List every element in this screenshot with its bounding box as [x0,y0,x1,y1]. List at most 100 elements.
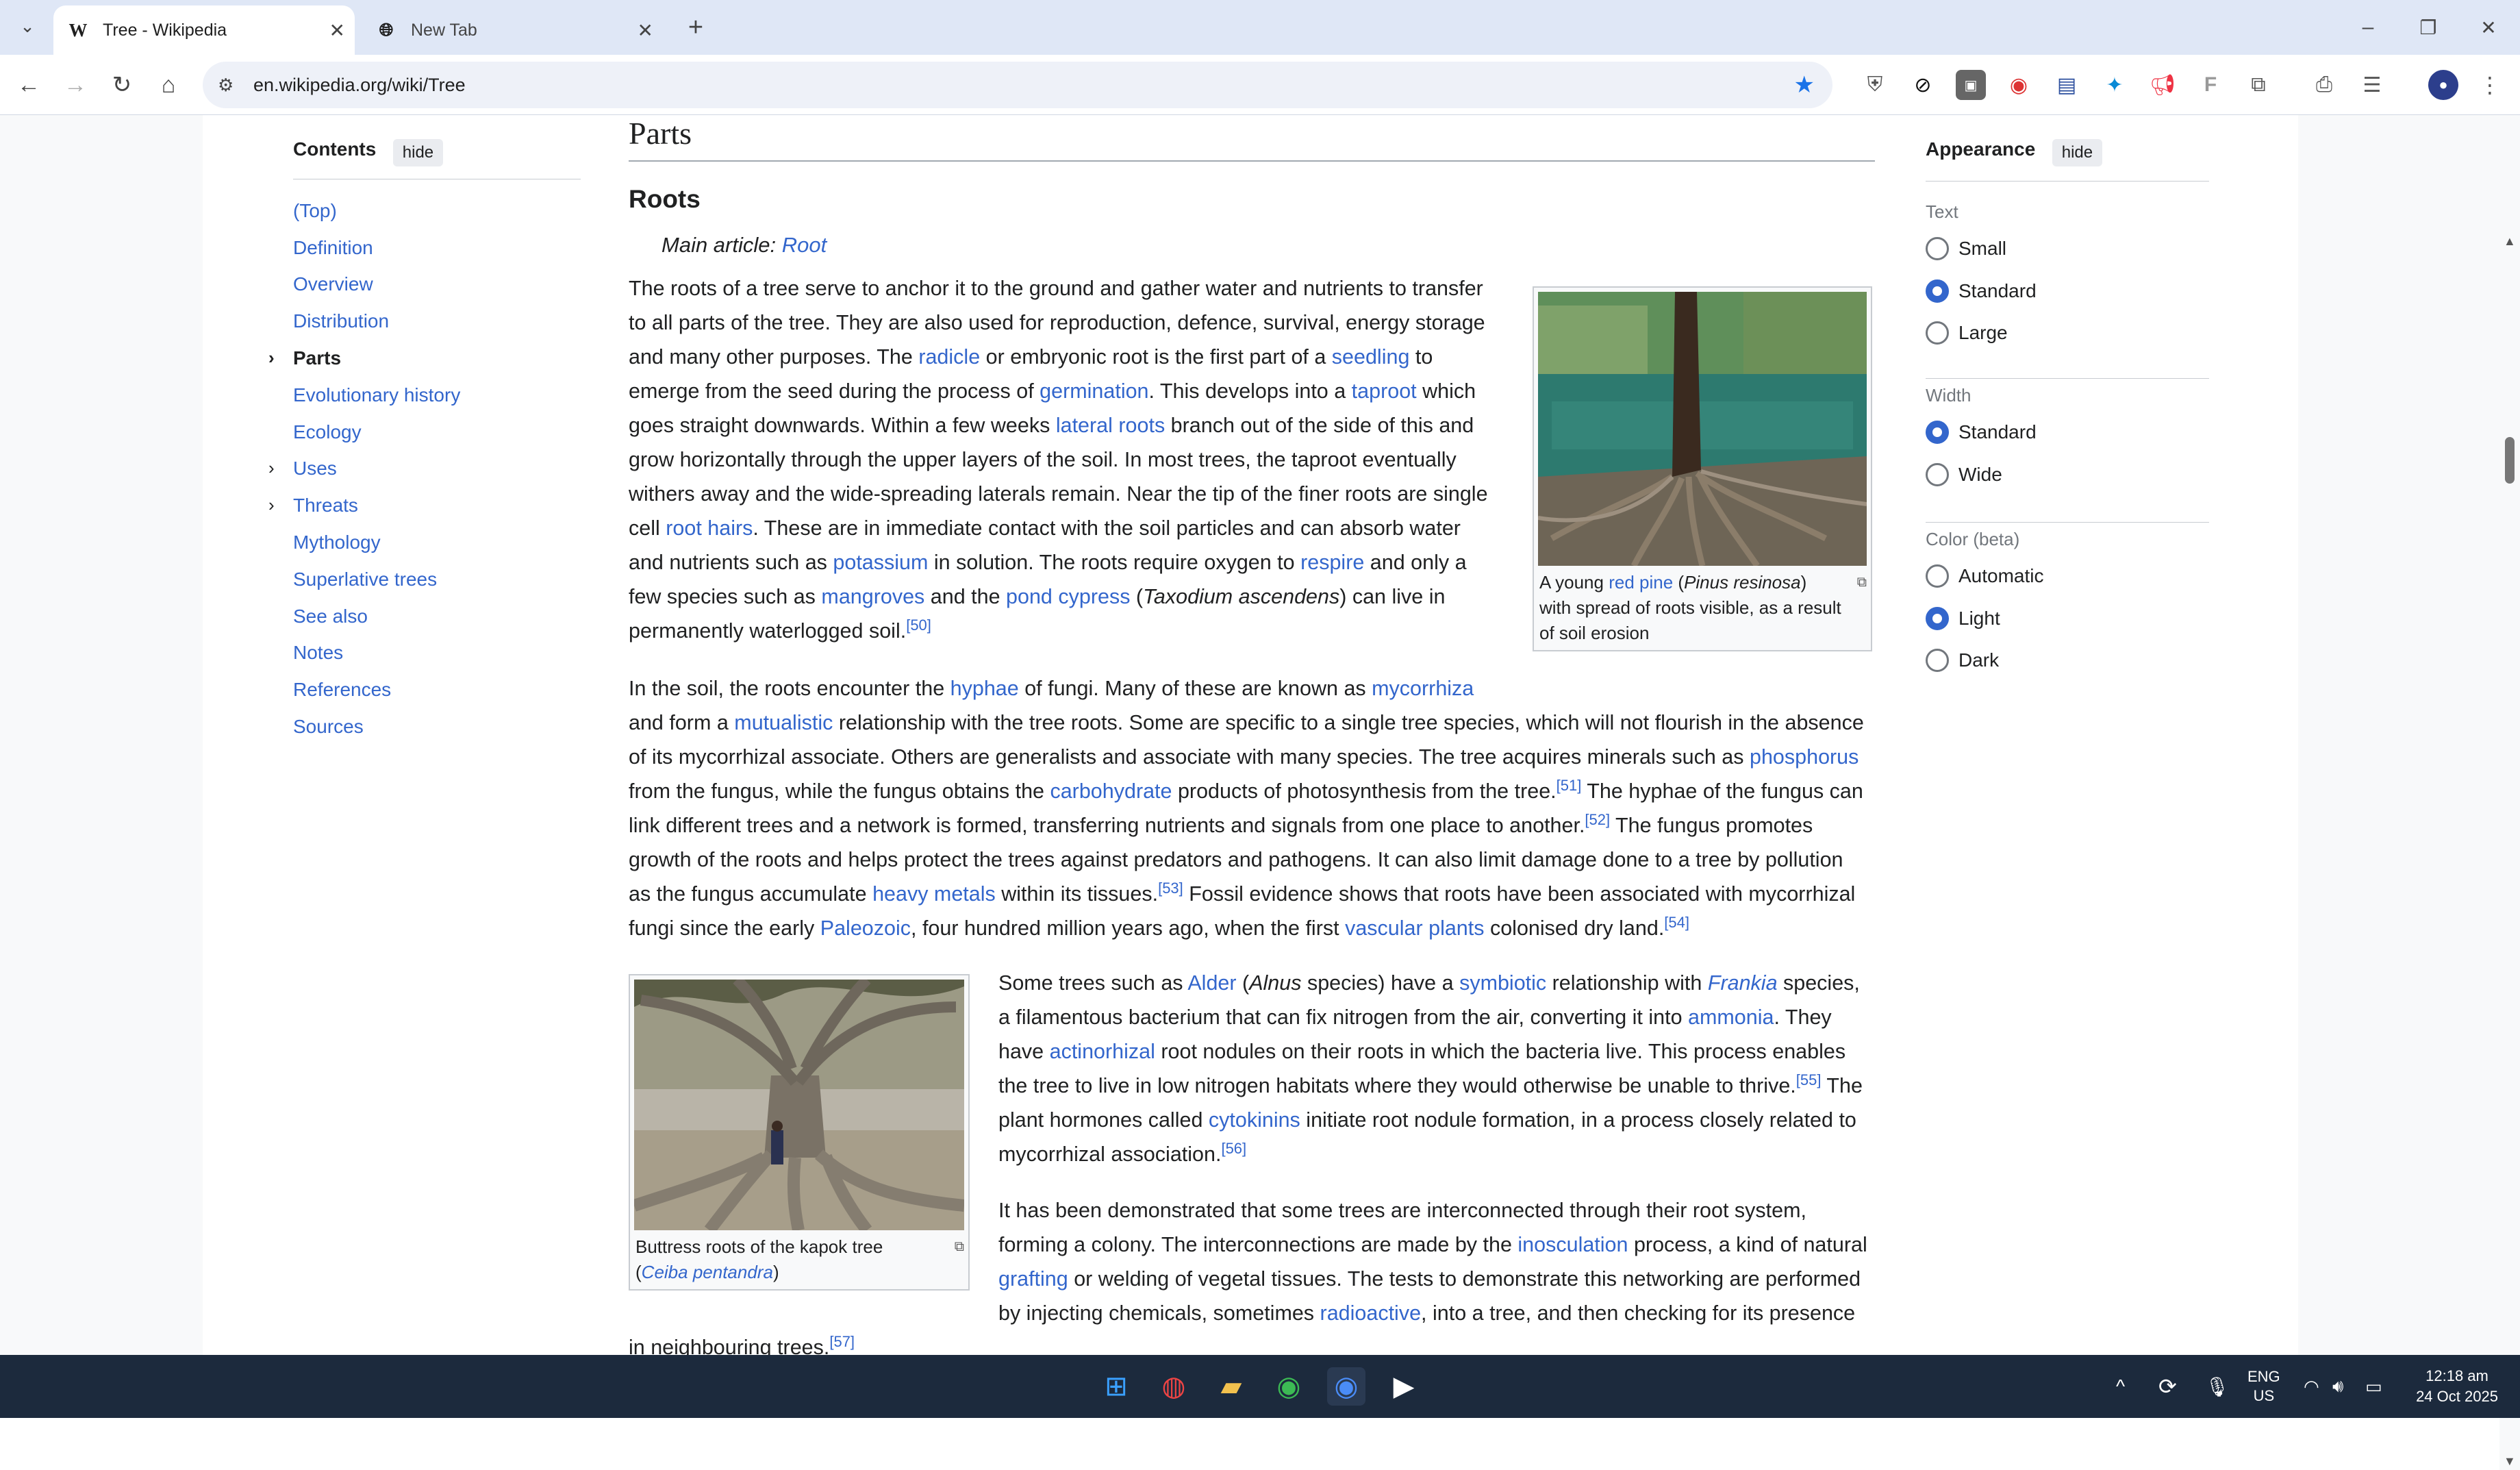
volume-icon[interactable]: 🔊︎ [2332,1355,2343,1418]
toc-item[interactable]: Threats › [268,495,358,516]
article-link[interactable]: mutualistic [734,711,833,734]
color-radio-option[interactable]: Light [1926,606,2000,630]
menu-kebab-icon[interactable]: ⋮ [2475,70,2505,100]
text-size-radio-option[interactable]: Large [1926,321,2008,345]
toc-item[interactable]: Distribution [293,310,389,332]
f-extension-icon[interactable]: F [2195,70,2226,100]
citation-ref[interactable]: [51] [1557,777,1582,794]
chrome-red-icon[interactable]: ◍ [1155,1367,1193,1406]
radio-unchecked-icon[interactable] [1926,462,1949,486]
color-extension-icon[interactable]: ◉ [2004,70,2034,100]
scrollbar-thumb[interactable] [2505,437,2515,484]
megaphone-extension-icon[interactable]: 📢︎ [2147,70,2178,100]
book-extension-icon[interactable]: ▤ [2052,70,2082,100]
extensions-puzzle-icon[interactable]: ⧉ [2243,70,2273,100]
new-tab-plus-icon[interactable]: + [678,10,714,45]
home-icon[interactable]: ⌂ [151,67,186,103]
article-link[interactable]: Frankia [1708,971,1778,995]
scroll-up-icon[interactable]: ▲ [2504,234,2516,249]
kapok-image[interactable] [634,980,964,1230]
radio-unchecked-icon[interactable] [1926,564,1949,588]
toc-item[interactable]: Notes [293,642,343,664]
hatnote-link-root[interactable]: Root [782,233,827,257]
article-link[interactable]: seedling [1332,345,1410,369]
toc-item[interactable]: Sources [293,716,364,738]
article-link[interactable]: cytokinins [1209,1108,1300,1132]
article-link[interactable]: Alder [1187,971,1236,995]
print-icon[interactable]: ⎙ [2309,70,2339,100]
chrome-active-icon[interactable]: ◉ [1327,1367,1365,1406]
shield-extension-icon[interactable]: ⛨ [1860,70,1890,100]
bookmark-star-icon[interactable]: ★ [1794,71,1815,99]
address-bar[interactable]: ⚙ en.wikipedia.org/wiki/Tree ★ [203,62,1832,108]
language-indicator[interactable]: ENG US [2247,1355,2280,1418]
appearance-hide-button[interactable]: hide [2052,138,2103,166]
toc-item[interactable]: (Top) [293,200,337,222]
toc-item[interactable]: Overview [293,273,373,295]
toc-item[interactable]: Ecology [293,421,362,443]
media-player-icon[interactable]: ▶ [1385,1367,1423,1406]
reload-icon[interactable]: ↻ [104,67,140,103]
toc-hide-button[interactable]: hide [392,138,444,166]
scrollbar[interactable]: ▲ ▼ [2499,230,2520,1470]
expand-chevron-icon[interactable]: › [268,347,275,369]
article-link[interactable]: mangroves [821,585,924,608]
tray-chevron-icon[interactable]: ^ [2116,1355,2125,1418]
article-link[interactable]: ammonia [1688,1006,1774,1029]
article-link[interactable]: grafting [998,1267,1068,1291]
file-explorer-icon[interactable]: ▰ [1212,1367,1250,1406]
scroll-down-icon[interactable]: ▼ [2504,1454,2516,1469]
restore-icon[interactable]: ❐ [2410,10,2446,45]
sync-icon[interactable]: ⟳ [2158,1355,2177,1418]
article-link[interactable]: respire [1300,551,1364,574]
toc-item[interactable]: Superlative trees [293,569,437,590]
radio-unchecked-icon[interactable] [1926,321,1949,345]
article-link[interactable]: inosculation [1517,1233,1628,1256]
article-link[interactable]: germination [1040,379,1148,403]
width-radio-option[interactable]: Standard [1926,421,2037,444]
radio-checked-icon[interactable] [1926,279,1949,303]
enlarge-icon[interactable]: ⧉ [955,1234,964,1260]
text-size-radio-option[interactable]: Standard [1926,279,2037,303]
forward-arrow-icon[interactable]: → [58,67,93,103]
citation-ref[interactable]: [54] [1664,914,1689,931]
article-link[interactable]: mycorrhiza [1372,677,1474,700]
width-radio-option[interactable]: Wide [1926,462,2002,486]
article-link[interactable]: taproot [1352,379,1417,403]
square-extension-icon[interactable]: ▣ [1956,70,1986,100]
expand-chevron-icon[interactable]: › [268,458,275,479]
profile-avatar-icon[interactable]: ● [2428,70,2458,100]
article-link[interactable]: lateral roots [1056,414,1165,437]
toc-item[interactable]: Parts › [268,347,341,369]
citation-ref[interactable]: [55] [1796,1071,1822,1088]
toc-item[interactable]: See also [293,606,368,627]
article-link[interactable]: Paleozoic [820,917,911,940]
reading-list-icon[interactable]: ☰ [2357,70,2387,100]
citation-ref[interactable]: [52] [1585,811,1610,828]
back-arrow-icon[interactable]: ← [11,67,47,103]
citation-ref[interactable]: [57] [829,1333,855,1350]
article-link[interactable]: potassium [833,551,928,574]
article-link[interactable]: hyphae [950,677,1019,700]
citation-ref[interactable]: [56] [1221,1140,1246,1157]
wifi-icon[interactable]: ◠ [2304,1355,2319,1418]
caption-link-red-pine[interactable]: red pine [1609,572,1673,593]
site-info-icon[interactable]: ⚙ [218,75,234,96]
microphone-icon[interactable]: 🎙︎ [2205,1355,2230,1418]
toc-item[interactable]: Definition [293,237,373,259]
article-link[interactable]: actinorhizal [1050,1040,1155,1063]
minimize-icon[interactable]: – [2350,10,2386,45]
radio-unchecked-icon[interactable] [1926,237,1949,260]
text-size-radio-option[interactable]: Small [1926,237,2006,260]
enlarge-icon[interactable]: ⧉ [1857,570,1867,595]
battery-icon[interactable]: ▭ [2365,1355,2382,1418]
caption-link-ceiba[interactable]: Ceiba pentandra [642,1262,773,1282]
citation-ref[interactable]: [50] [906,616,931,634]
expand-chevron-icon[interactable]: › [268,495,275,516]
close-tab-icon[interactable]: ✕ [329,19,345,42]
clock[interactable]: 12:18 am 24 Oct 2025 [2408,1355,2506,1418]
article-link[interactable]: phosphorus [1750,745,1859,769]
toc-item[interactable]: Evolutionary history [293,384,460,406]
block-extension-icon[interactable]: ⊘ [1908,70,1938,100]
tab-new-tab[interactable]: 🌐︎ New Tab ✕ [362,5,663,55]
